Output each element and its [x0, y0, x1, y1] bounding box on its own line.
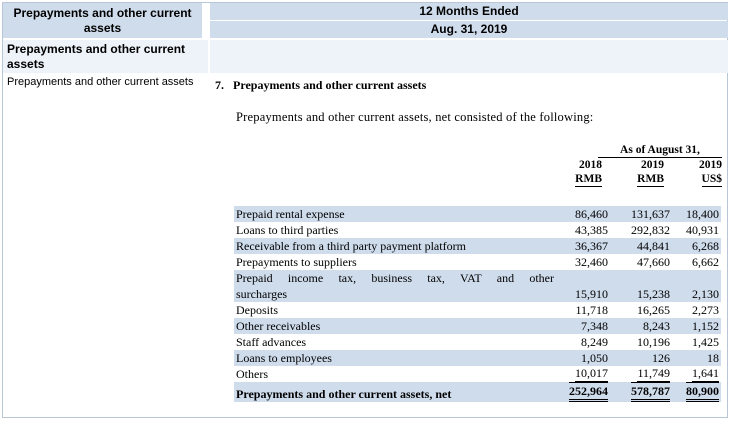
- value-2018-rmb: 7,348: [556, 318, 610, 334]
- row-label: surcharges: [234, 286, 556, 302]
- total-label: Prepayments and other current assets, ne…: [234, 382, 556, 402]
- table-row: Deposits 11,718 16,265 2,273: [234, 302, 721, 318]
- value-2018-rmb: 1,050: [556, 350, 610, 366]
- header-period: 12 Months Ended: [210, 3, 728, 20]
- row-label: Loans to third parties: [236, 223, 339, 237]
- value-2018-rmb: [556, 270, 610, 286]
- value-2019-rmb: 131,637: [610, 206, 672, 222]
- row-label: Prepaid income tax, business tax, VAT an…: [234, 270, 556, 286]
- header-left-title: Prepayments and other current assets: [3, 3, 203, 38]
- section-band: [210, 40, 728, 73]
- row-label: Loans to employees: [234, 350, 556, 366]
- value-2019-rmb: 10,196: [637, 335, 670, 349]
- as-of-header: As of August 31,: [598, 143, 722, 158]
- value-2019-rmb: 15,238: [610, 286, 672, 302]
- value-2019-usd: 1,152: [672, 318, 721, 334]
- value-2019-usd: 6,662: [692, 255, 719, 269]
- total-2019-usd: 80,900: [686, 382, 719, 402]
- table-row: Loans to employees 1,050 126 18: [234, 350, 721, 366]
- table-row: Prepayments to suppliers 32,460 47,660 6…: [234, 254, 721, 270]
- total-row: Prepayments and other current assets, ne…: [234, 382, 721, 402]
- value-2018-rmb: 8,249: [581, 335, 608, 349]
- table-row: surcharges 15,910 15,238 2,130: [234, 286, 721, 302]
- value-2019-usd: [672, 270, 721, 286]
- value-2019-usd: 18: [672, 350, 721, 366]
- value-2019-usd: 40,931: [686, 223, 719, 237]
- table-row: Other receivables 7,348 8,243 1,152: [234, 318, 721, 334]
- table-row: Prepaid income tax, business tax, VAT an…: [234, 270, 721, 286]
- total-2019-rmb: 578,787: [631, 382, 670, 402]
- table-row: Others 10,017 11,749 1,641: [234, 366, 721, 382]
- value-2018-rmb: 43,385: [575, 223, 608, 237]
- value-2018-rmb: 86,460: [556, 206, 610, 222]
- row-label: Deposits: [236, 303, 278, 317]
- value-2019-usd: 2,130: [672, 286, 721, 302]
- col-unit: RMB: [575, 173, 602, 187]
- col-unit: RMB: [637, 173, 664, 187]
- value-2018-rmb: 11,718: [575, 303, 608, 317]
- value-2018-rmb: 15,910: [556, 286, 610, 302]
- col-year: 2019: [699, 159, 722, 171]
- row-label: Receivable from a third party payment pl…: [234, 238, 556, 254]
- section-title: Prepayments and other current assets: [3, 40, 208, 73]
- value-2019-rmb: 11,749: [637, 366, 670, 382]
- total-2018-rmb: 252,964: [569, 382, 608, 402]
- table-row: Loans to third parties 43,385 292,832 40…: [234, 222, 721, 238]
- row-label: Prepayments and other current assets: [7, 76, 194, 88]
- col-unit: US$: [701, 173, 722, 187]
- value-2019-rmb: 16,265: [637, 303, 670, 317]
- value-2018-rmb: 10,017: [575, 366, 608, 382]
- row-label: Other receivables: [234, 318, 556, 334]
- value-2019-usd: 2,273: [692, 303, 719, 317]
- col-header-2019-usd: 2019 US$: [684, 158, 722, 187]
- table-row: Receivable from a third party payment pl…: [234, 238, 721, 254]
- value-2019-rmb: [610, 270, 672, 286]
- col-header-2018-rmb: 2018 RMB: [566, 158, 602, 187]
- col-header-2019-rmb: 2019 RMB: [626, 158, 664, 187]
- col-year: 2018: [579, 159, 602, 171]
- header-date: Aug. 31, 2019: [210, 21, 728, 38]
- note-title-text: Prepayments and other current assets: [233, 78, 427, 92]
- note-title: 7. Prepayments and other current assets: [215, 78, 426, 93]
- value-2019-usd: 1,641: [692, 366, 719, 382]
- col-year: 2019: [641, 159, 664, 171]
- value-2019-usd: 6,268: [672, 238, 721, 254]
- value-2019-usd: 1,425: [692, 335, 719, 349]
- value-2019-usd: 18,400: [672, 206, 721, 222]
- prepayments-table: Prepaid rental expense 86,460 131,637 18…: [234, 206, 721, 402]
- value-2019-rmb: 47,660: [637, 255, 670, 269]
- value-2019-rmb: 292,832: [631, 223, 670, 237]
- row-label: Prepaid rental expense: [234, 206, 556, 222]
- row-label: Others: [236, 367, 268, 381]
- note-number: 7.: [215, 78, 224, 92]
- value-2019-rmb: 44,841: [610, 238, 672, 254]
- value-2019-rmb: 8,243: [610, 318, 672, 334]
- table-row: Staff advances 8,249 10,196 1,425: [234, 334, 721, 350]
- table-row: Prepaid rental expense 86,460 131,637 18…: [234, 206, 721, 222]
- row-label: Prepayments to suppliers: [236, 255, 357, 269]
- value-2018-rmb: 36,367: [556, 238, 610, 254]
- row-label: Staff advances: [236, 335, 307, 349]
- value-2018-rmb: 32,460: [575, 255, 608, 269]
- value-2019-rmb: 126: [610, 350, 672, 366]
- note-intro: Prepayments and other current assets, ne…: [236, 110, 594, 124]
